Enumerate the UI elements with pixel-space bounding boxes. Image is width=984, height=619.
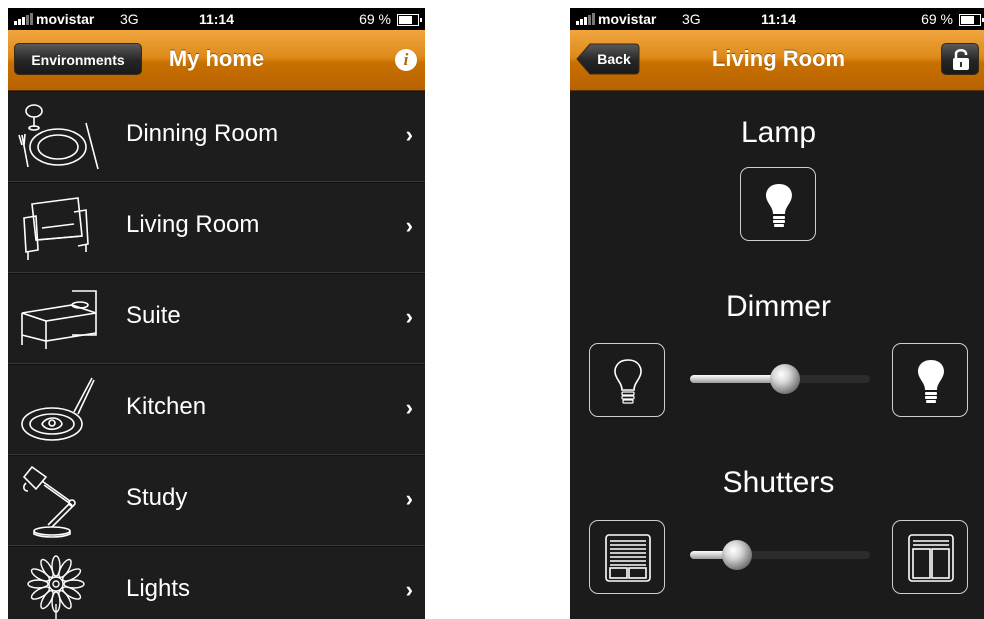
battery-icon: [397, 14, 422, 26]
dimmer-max-button[interactable]: [892, 343, 968, 417]
battery-percent: 69 %: [921, 11, 953, 27]
living-room-screen: movistar 3G 11:14 69 % Back Living Room …: [570, 8, 984, 619]
dining-plate-icon: [18, 104, 99, 170]
list-item-label: Suite: [126, 302, 181, 329]
status-bar: movistar 3G 11:14 69 %: [570, 8, 984, 30]
list-item-label: Lights: [126, 575, 191, 602]
dimmer-slider[interactable]: [690, 364, 870, 394]
chevron-right-icon: ›: [405, 395, 413, 420]
list-item-lights[interactable]: Lights ›: [8, 546, 425, 619]
battery-percent: 69 %: [359, 11, 391, 27]
shutter-closed-icon: [605, 534, 651, 582]
list-item-label: Study: [126, 484, 188, 511]
chevron-right-icon: ›: [405, 577, 413, 602]
list-item-label: Dinning Room: [126, 120, 279, 147]
chevron-right-icon: ›: [405, 486, 413, 511]
shutters-close-button[interactable]: [589, 520, 665, 594]
shutters-open-button[interactable]: [892, 520, 968, 594]
flower-icon: [27, 555, 85, 619]
list-item-dinning-room[interactable]: Dinning Room ›: [8, 91, 425, 182]
bed-icon: [21, 290, 97, 349]
list-item-study[interactable]: Study ›: [8, 455, 425, 546]
list-item-suite[interactable]: Suite ›: [8, 273, 425, 364]
armchair-icon: [23, 197, 89, 260]
dimmer-label: Dimmer: [726, 290, 831, 323]
slider-knob[interactable]: [722, 540, 752, 570]
shutter-open-icon: [908, 534, 954, 582]
page-title: My home: [168, 46, 265, 71]
lock-icon: [953, 49, 969, 70]
lightbulb-off-icon: [614, 359, 642, 404]
list-item-kitchen[interactable]: Kitchen ›: [8, 364, 425, 455]
battery-icon: [959, 14, 984, 26]
lamp-label: Lamp: [740, 116, 817, 149]
shutters-slider[interactable]: [690, 540, 870, 570]
chevron-right-icon: ›: [405, 122, 413, 147]
home-screen: movistar 3G 11:14 69 % Environments My h…: [8, 8, 425, 619]
chevron-right-icon: ›: [405, 213, 413, 238]
shutters-label: Shutters: [722, 466, 835, 499]
list-item-label: Living Room: [126, 211, 260, 238]
status-bar: movistar 3G 11:14 69 %: [8, 8, 425, 30]
chevron-right-icon: ›: [405, 304, 413, 329]
list-item-living-room[interactable]: Living Room ›: [8, 182, 425, 273]
nav-bar: Back Living Room: [570, 30, 984, 91]
lamp-toggle-button[interactable]: [740, 167, 816, 241]
desk-lamp-icon: [22, 465, 76, 538]
nav-bar: Environments My home i: [8, 30, 425, 91]
lightbulb-icon: [766, 184, 792, 227]
frying-pan-icon: [21, 377, 95, 441]
lock-button[interactable]: [941, 43, 979, 75]
page-title: Living Room: [711, 46, 846, 71]
list-item-label: Kitchen: [126, 393, 207, 420]
room-list: Dinning Room › Living Room › Suite › Kit…: [8, 91, 425, 619]
lightbulb-on-icon: [918, 360, 944, 403]
info-icon[interactable]: i: [395, 49, 417, 71]
dimmer-off-button[interactable]: [589, 343, 665, 417]
slider-knob[interactable]: [770, 364, 800, 394]
